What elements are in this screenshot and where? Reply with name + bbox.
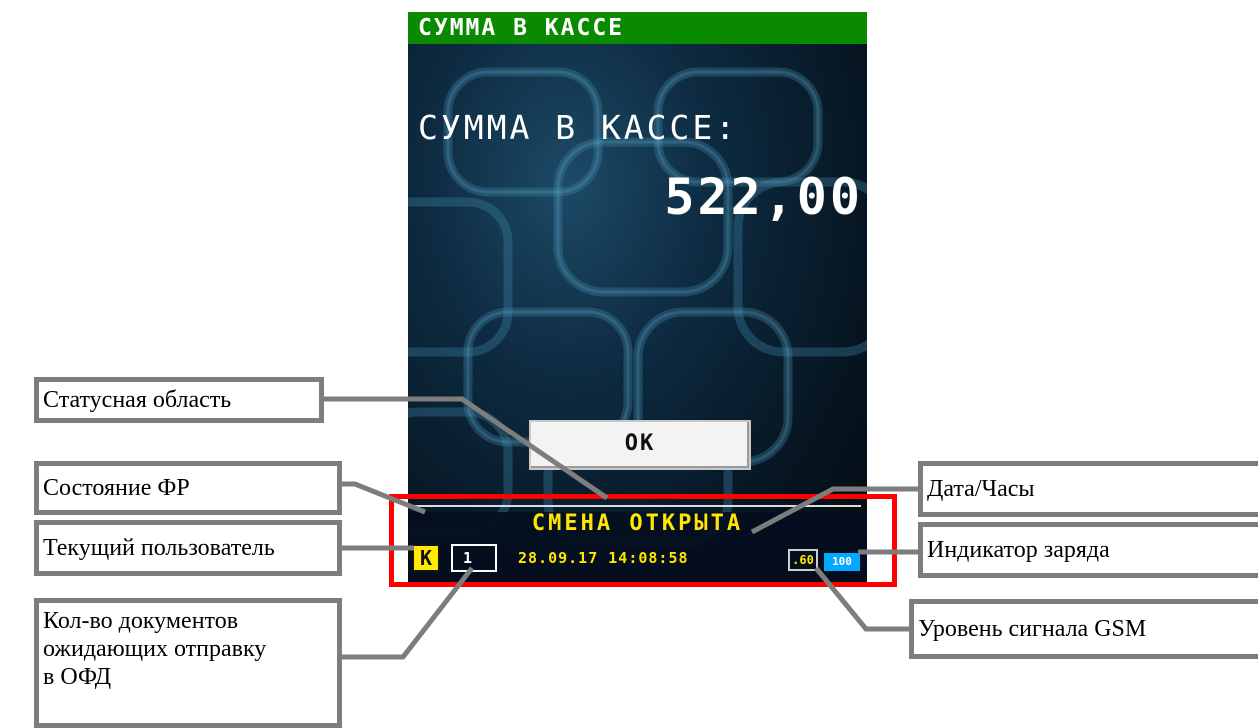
callout-pending-docs-line3: в ОФД	[43, 664, 112, 690]
callout-battery: Индикатор заряда	[918, 522, 1258, 578]
callout-status-area: Статусная область	[34, 377, 324, 423]
callout-gsm: Уровень сигнала GSM	[909, 599, 1258, 659]
leader-fr-state	[337, 481, 426, 515]
callout-datetime: Дата/Часы	[918, 461, 1258, 517]
callout-status-area-text: Статусная область	[43, 387, 232, 413]
callout-fr-state-text: Состояние ФР	[43, 475, 190, 501]
callout-fr-state: Состояние ФР	[34, 461, 342, 515]
callout-pending-docs-line2: ожидающих отправку	[43, 636, 267, 662]
callout-gsm-text: Уровень сигнала GSM	[918, 616, 1147, 642]
callout-pending-docs-line1: Кол-во документов	[43, 608, 239, 634]
leader-status-area	[319, 396, 609, 501]
callout-datetime-text: Дата/Часы	[927, 476, 1035, 502]
leader-datetime	[750, 486, 923, 535]
leader-pending-docs	[337, 566, 474, 660]
leader-gsm	[814, 566, 923, 632]
callout-current-user: Текущий пользователь	[34, 520, 342, 576]
callout-battery-text: Индикатор заряда	[927, 537, 1110, 563]
callout-current-user-text: Текущий пользователь	[43, 535, 275, 561]
callout-pending-docs: Кол-во документов ожидающих отправку в О…	[34, 598, 342, 728]
